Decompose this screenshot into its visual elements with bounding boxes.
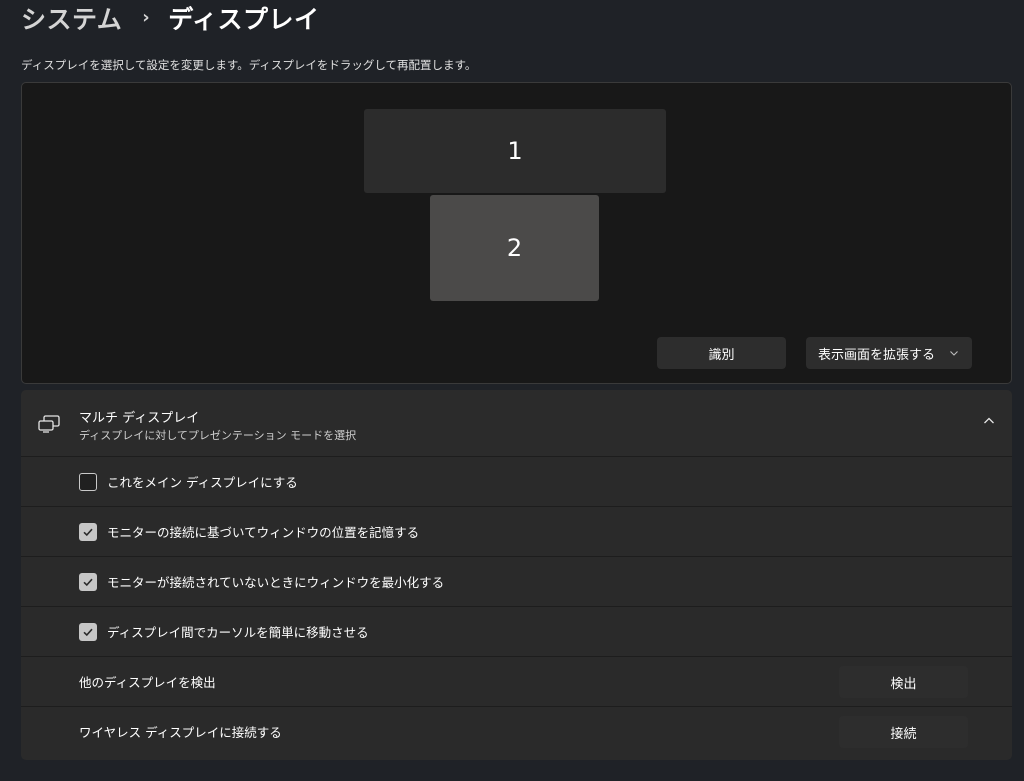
option-row-cursor-move[interactable]: ディスプレイ間でカーソルを簡単に移動させる [21,606,1012,656]
main-display-label: これをメイン ディスプレイにする [107,475,298,490]
monitor-2-tile[interactable]: 2 [430,195,599,301]
detect-displays-label: 他のディスプレイを検出 [79,675,216,690]
chevron-down-icon [950,351,958,356]
detect-button[interactable]: 検出 [839,666,968,698]
multi-display-panel: マルチ ディスプレイ ディスプレイに対してプレゼンテーション モードを選択 これ… [21,390,1012,760]
detect-displays-row: 他のディスプレイを検出 検出 [21,656,1012,706]
option-row-remember-window[interactable]: モニターの接続に基づいてウィンドウの位置を記憶する [21,506,1012,556]
multi-display-subtitle: ディスプレイに対してプレゼンテーション モードを選択 [79,429,357,442]
cursor-move-label: ディスプレイ間でカーソルを簡単に移動させる [107,625,369,640]
monitor-1-label: 1 [507,137,523,165]
checkmark-icon [83,528,93,536]
connect-button[interactable]: 接続 [839,716,968,748]
breadcrumb: システム › ディスプレイ [21,0,319,36]
identify-button[interactable]: 識別 [657,337,786,369]
remember-window-checkbox[interactable] [79,522,97,541]
monitor-2-label: 2 [506,234,523,262]
wireless-display-label: ワイヤレス ディスプレイに接続する [79,725,282,740]
minimize-window-checkbox[interactable] [79,572,97,591]
breadcrumb-system-link[interactable]: システム [21,0,122,36]
main-display-checkbox[interactable] [79,472,97,491]
checkmark-icon [83,628,93,636]
multi-display-title: マルチ ディスプレイ [79,411,200,426]
display-arrangement-area[interactable]: 1 2 識別 表示画面を拡張する [21,82,1012,384]
instruction-text: ディスプレイを選択して設定を変更します。ディスプレイをドラッグして再配置します。 [21,58,477,72]
checkmark-icon [83,578,93,586]
display-mode-selected: 表示画面を拡張する [818,347,936,363]
page-title: ディスプレイ [168,5,320,34]
monitor-1-tile[interactable]: 1 [364,109,666,193]
display-mode-dropdown[interactable]: 表示画面を拡張する [806,337,972,369]
detect-button-label: 検出 [890,676,917,692]
cursor-move-checkbox[interactable] [79,622,97,641]
chevron-up-icon[interactable] [982,414,996,428]
option-row-minimize-window[interactable]: モニターが接続されていないときにウィンドウを最小化する [21,556,1012,606]
minimize-window-label: モニターが接続されていないときにウィンドウを最小化する [107,575,445,590]
remember-window-label: モニターの接続に基づいてウィンドウの位置を記憶する [107,525,420,540]
multi-display-icon [38,415,60,433]
connect-button-label: 接続 [890,726,917,742]
option-row-main-display[interactable]: これをメイン ディスプレイにする [21,456,1012,506]
multi-display-header[interactable]: マルチ ディスプレイ ディスプレイに対してプレゼンテーション モードを選択 [21,390,1012,456]
identify-button-label: 識別 [708,347,735,363]
breadcrumb-separator-icon: › [142,6,151,28]
wireless-display-row: ワイヤレス ディスプレイに接続する 接続 [21,706,1012,756]
